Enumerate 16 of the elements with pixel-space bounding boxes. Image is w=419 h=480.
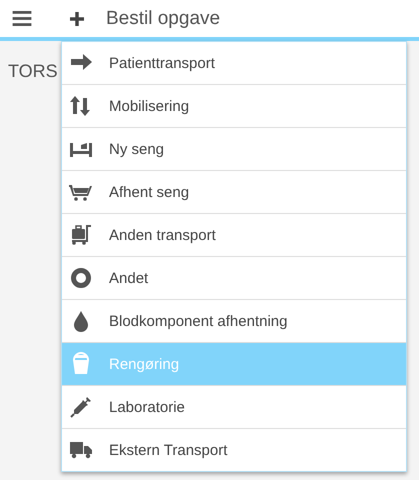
- plus-icon[interactable]: [70, 12, 84, 26]
- menu-item[interactable]: Ekstern Transport: [62, 429, 406, 471]
- up-down-arrows-icon: [69, 94, 93, 118]
- page-title: Bestil opgave: [106, 8, 220, 30]
- menu-icon[interactable]: [12, 11, 32, 26]
- menu-item[interactable]: Mobilisering: [62, 85, 406, 128]
- syringe-icon: [69, 395, 93, 419]
- luggage-cart-icon: [69, 223, 93, 247]
- page-text: TORS: [8, 61, 58, 81]
- menu-item[interactable]: Laboratorie: [62, 386, 406, 429]
- menu-item[interactable]: Afhent seng: [62, 171, 406, 214]
- menu-item[interactable]: Andet: [62, 257, 406, 300]
- ring-icon: [69, 266, 93, 290]
- menu-item[interactable]: Ny seng: [62, 128, 406, 171]
- menu-item[interactable]: Patienttransport: [62, 42, 406, 85]
- menu-item[interactable]: Anden transport: [62, 214, 406, 257]
